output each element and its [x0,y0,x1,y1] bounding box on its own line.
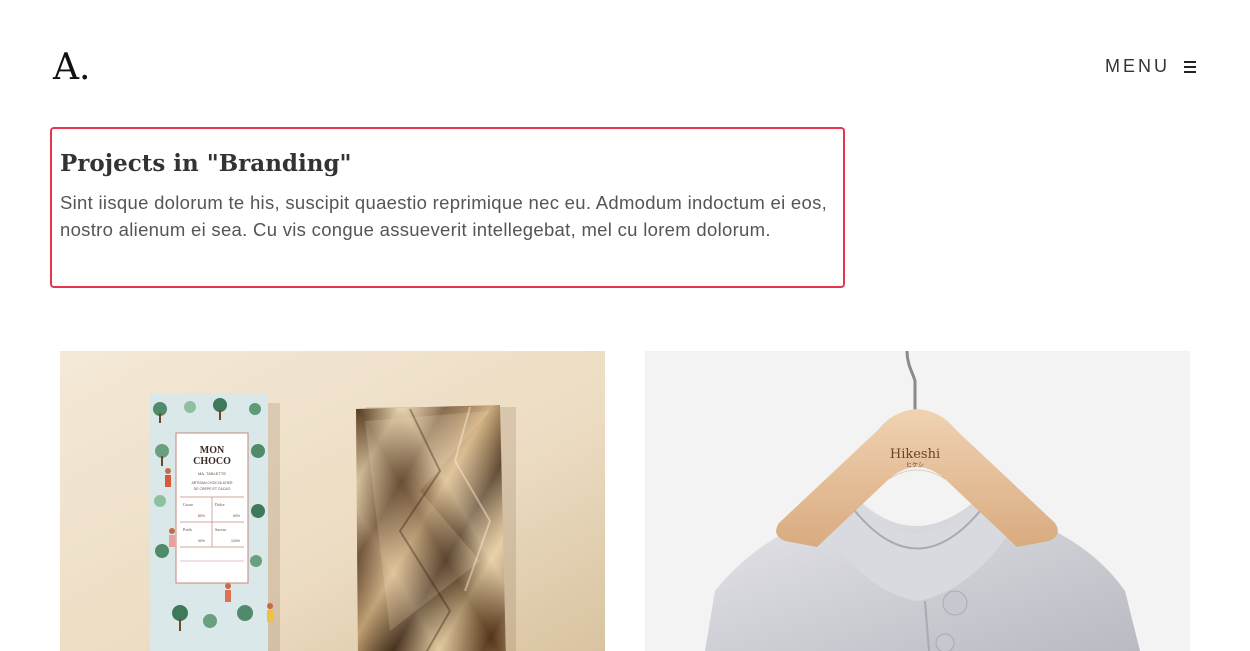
hamburger-icon [1184,60,1196,73]
pkg-label-1: Dulce [215,502,225,507]
menu-label: MENU [1105,56,1170,76]
menu-button[interactable]: MENU [1105,56,1196,77]
category-description: Sint iisque dolorum te his, suscipit qua… [60,192,828,240]
page-title: Projects in "Branding" [60,150,352,177]
hikeshi-image: Hikeshi ヒケシ [645,351,1190,651]
pkg-text-2: MA. TABLETTE [198,471,226,476]
pkg-text-1: CHOCO [193,456,231,467]
pkg-label-3: Saveur [215,527,227,532]
hikeshi-brand-sub: ヒケシ [906,462,924,469]
project-card-mon-choco[interactable]: MON CHOCO MA. TABLETTE ARTISAN CHOCOLATI… [60,351,605,651]
pkg-label-0: Cacao [183,502,193,507]
pkg-value-1: 60% [233,514,240,518]
project-card-hikeshi[interactable]: Hikeshi ヒケシ [645,351,1190,651]
mon-choco-image: MON CHOCO MA. TABLETTE ARTISAN CHOCOLATI… [60,351,605,651]
hikeshi-brand: Hikeshi [890,447,940,462]
pkg-value-3: 100% [231,539,240,543]
site-logo[interactable]: A. [53,46,90,90]
pkg-value-2: 90% [198,539,205,543]
pkg-label-2: Poids [183,527,192,532]
pkg-text-4: DE CREPE ET CACAO [194,487,231,491]
pkg-text-3: ARTISAN CHOCOLATIER [191,481,233,485]
category-intro: Projects in "Branding" Sint iisque dolor… [50,127,845,288]
pkg-text-0: MON [200,445,225,456]
pkg-value-0: 80% [198,514,205,518]
